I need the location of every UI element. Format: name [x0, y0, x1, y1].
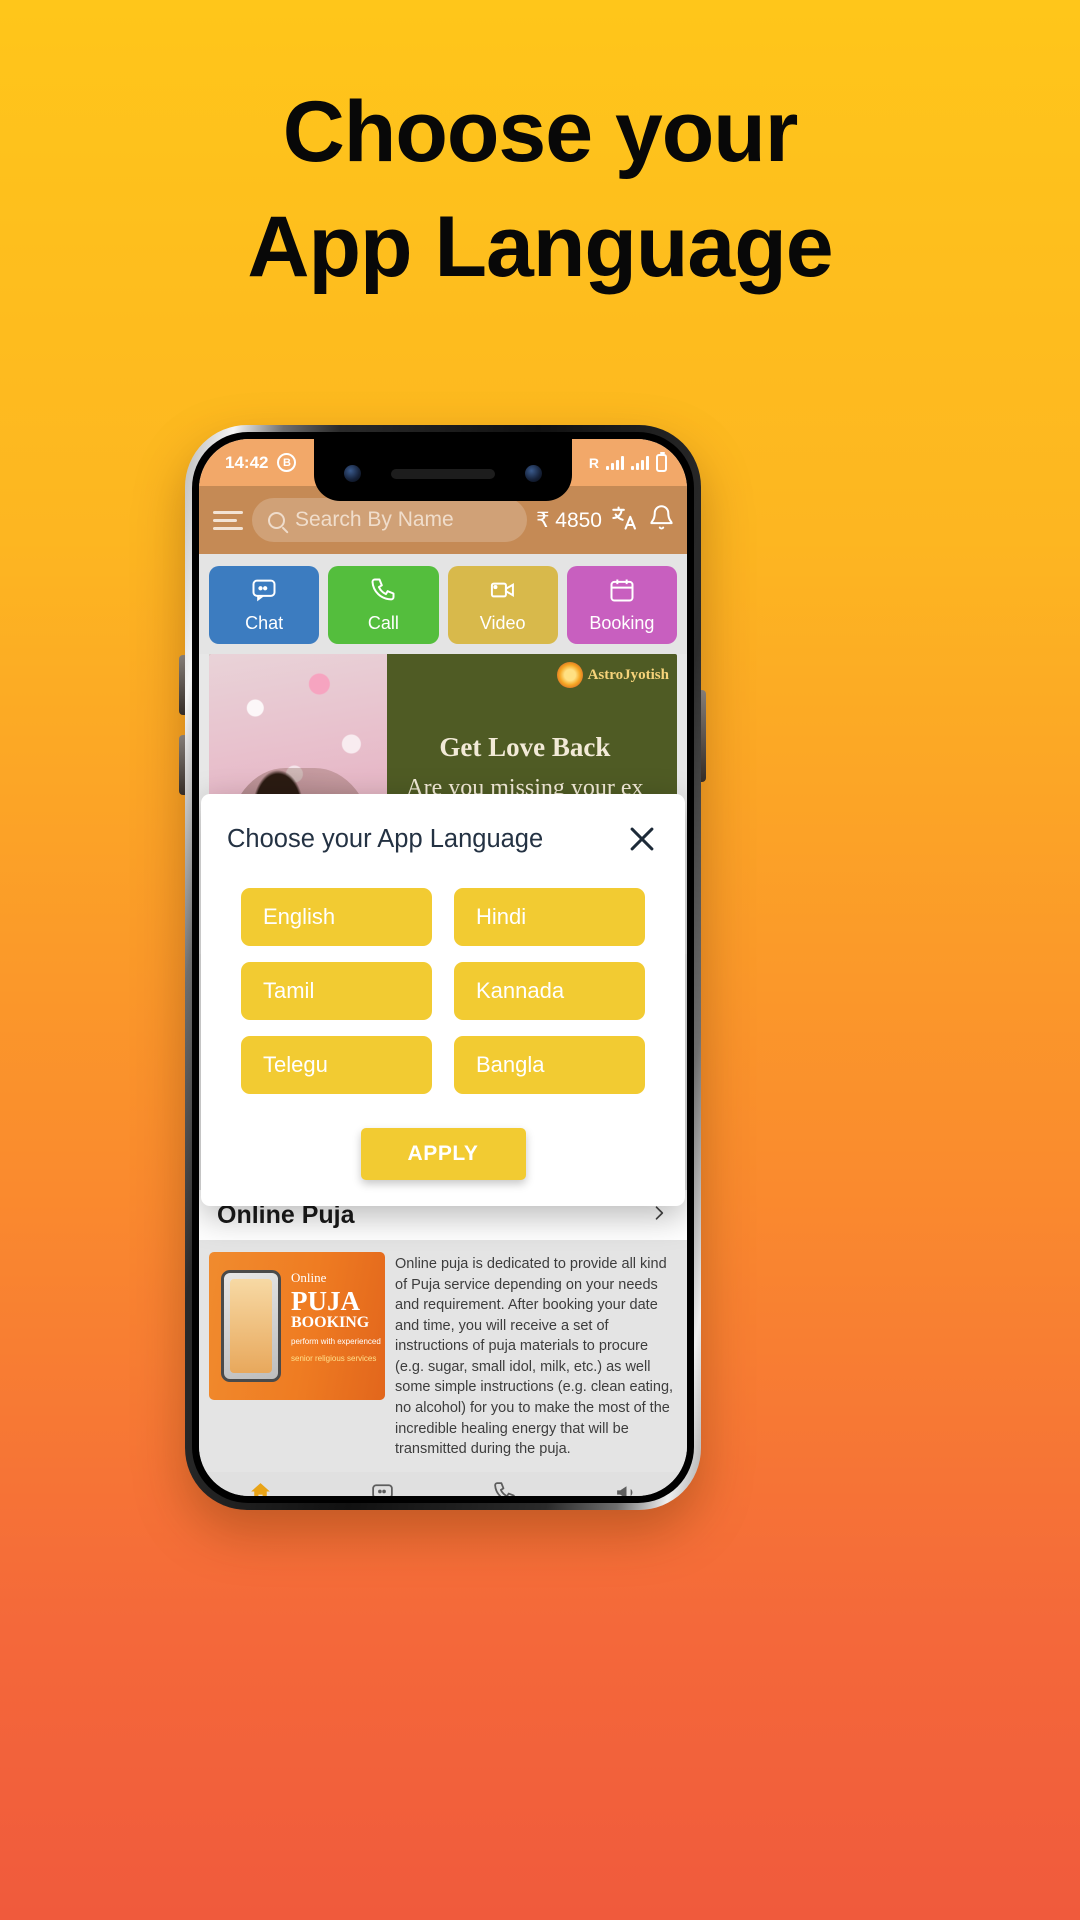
phone-bezel: 14:42 B R Search By Name ₹ 4850 Chat Cal…: [192, 432, 694, 1503]
phone-screen: 14:42 B R Search By Name ₹ 4850 Chat Cal…: [199, 439, 687, 1496]
language-option-telegu[interactable]: Telegu: [241, 1036, 432, 1094]
headline-line-1: Choose your: [282, 84, 799, 180]
language-option-tamil[interactable]: Tamil: [241, 962, 432, 1020]
apply-button[interactable]: APPLY: [360, 1128, 526, 1180]
modal-header: Choose your App Language: [223, 818, 663, 856]
language-option-english[interactable]: English: [241, 888, 432, 946]
language-option-hindi[interactable]: Hindi: [454, 888, 645, 946]
modal-overlay: Choose your App Language English Hindi T…: [199, 439, 687, 1496]
language-option-bangla[interactable]: Bangla: [454, 1036, 645, 1094]
language-modal: Choose your App Language English Hindi T…: [201, 794, 685, 1206]
modal-title: Choose your App Language: [227, 824, 544, 853]
language-option-kannada[interactable]: Kannada: [454, 962, 645, 1020]
close-icon[interactable]: [625, 822, 659, 856]
headline-line-2: App Language: [247, 198, 833, 295]
modal-footer: APPLY: [223, 1128, 663, 1180]
phone-mockup: 14:42 B R Search By Name ₹ 4850 Chat Cal…: [185, 425, 701, 1510]
language-options-grid: English Hindi Tamil Kannada Telegu Bangl…: [223, 888, 663, 1094]
promo-headline: Choose your App Language: [0, 86, 1080, 294]
